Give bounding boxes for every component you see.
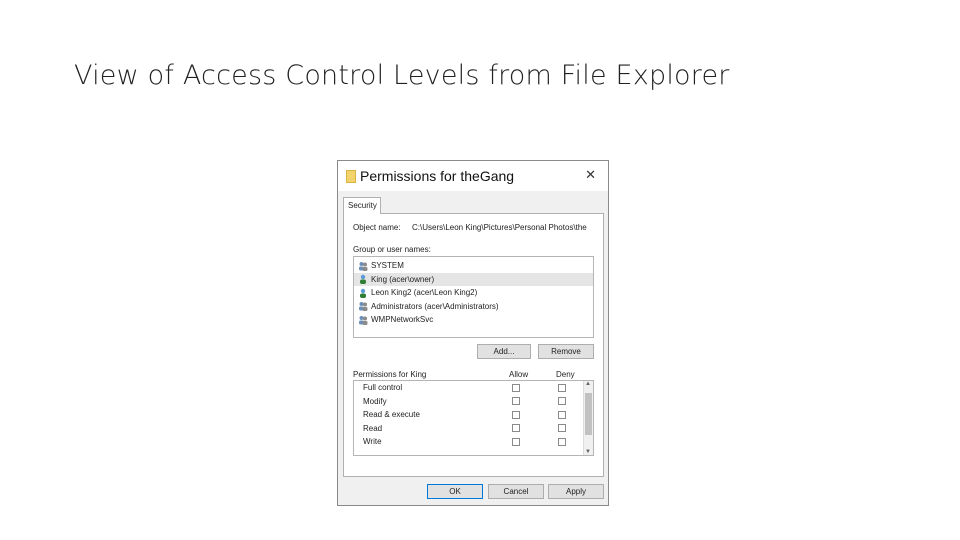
- user-icon: [360, 288, 366, 298]
- permission-name: Full control: [363, 383, 403, 393]
- allow-header: Allow: [509, 370, 529, 379]
- user-icon: [360, 275, 366, 285]
- cancel-button[interactable]: Cancel: [488, 484, 544, 499]
- permission-row-read-execute: Read & execute: [354, 408, 593, 422]
- permissions-dialog: Permissions for theGang ✕ Security Objec…: [337, 160, 609, 506]
- users-group-icon: [359, 315, 368, 325]
- user-name: SYSTEM: [371, 261, 404, 271]
- users-list[interactable]: SYSTEM King (acer\owner) Leon King2 (ace…: [353, 256, 594, 338]
- tab-security[interactable]: Security: [343, 197, 381, 214]
- dialog-title: Permissions for theGang: [360, 168, 515, 184]
- deny-checkbox[interactable]: [558, 410, 566, 419]
- user-name: Leon King2 (acer\Leon King2): [371, 288, 478, 298]
- allow-checkbox[interactable]: [512, 437, 520, 446]
- close-icon[interactable]: ✕: [585, 167, 596, 183]
- deny-checkbox[interactable]: [558, 437, 566, 446]
- object-name-value: C:\Users\Leon King\Pictures\Personal Pho…: [412, 223, 587, 232]
- user-row-system[interactable]: SYSTEM: [354, 259, 593, 273]
- permission-name: Modify: [363, 396, 387, 406]
- user-row-administrators[interactable]: Administrators (acer\Administrators): [354, 300, 593, 314]
- user-row-leon-king2[interactable]: Leon King2 (acer\Leon King2): [354, 286, 593, 300]
- deny-header: Deny: [556, 370, 575, 379]
- deny-checkbox[interactable]: [558, 397, 566, 406]
- permission-row-write: Write: [354, 435, 593, 449]
- allow-checkbox[interactable]: [512, 383, 520, 392]
- folder-icon: [346, 170, 356, 183]
- apply-button[interactable]: Apply: [548, 484, 604, 499]
- slide-title: View of Access Control Levels from File …: [74, 60, 730, 91]
- user-name: WMPNetworkSvc: [371, 315, 434, 325]
- scroll-up-icon[interactable]: ▲: [585, 381, 591, 387]
- groups-label: Group or user names:: [353, 245, 431, 254]
- ok-button[interactable]: OK: [427, 484, 483, 499]
- scroll-down-icon[interactable]: ▼: [585, 449, 591, 455]
- user-name: King (acer\owner): [371, 274, 435, 284]
- remove-button[interactable]: Remove: [538, 344, 594, 359]
- allow-checkbox[interactable]: [512, 397, 520, 406]
- dialog-titlebar[interactable]: Permissions for theGang ✕: [338, 161, 608, 191]
- permission-name: Read: [363, 423, 383, 433]
- allow-checkbox[interactable]: [512, 424, 520, 433]
- permission-row-modify: Modify: [354, 395, 593, 409]
- permission-name: Read & execute: [363, 410, 420, 420]
- permission-row-read: Read: [354, 422, 593, 436]
- add-button[interactable]: Add...: [477, 344, 531, 359]
- scroll-thumb[interactable]: [585, 393, 592, 435]
- user-row-wmpnetworksvc[interactable]: WMPNetworkSvc: [354, 313, 593, 327]
- users-group-icon: [359, 302, 368, 312]
- object-name-label: Object name:: [353, 223, 401, 232]
- permission-name: Write: [363, 437, 382, 447]
- users-group-icon: [359, 261, 368, 271]
- permissions-label: Permissions for King: [353, 370, 427, 379]
- permissions-scrollbar[interactable]: ▲ ▼: [583, 381, 593, 455]
- deny-checkbox[interactable]: [558, 424, 566, 433]
- permission-row-full-control: Full control: [354, 381, 593, 395]
- user-name: Administrators (acer\Administrators): [371, 301, 499, 311]
- allow-checkbox[interactable]: [512, 410, 520, 419]
- user-row-king[interactable]: King (acer\owner): [354, 272, 593, 286]
- permissions-list: Full control Modify Read & execute Read …: [353, 380, 594, 456]
- deny-checkbox[interactable]: [558, 383, 566, 392]
